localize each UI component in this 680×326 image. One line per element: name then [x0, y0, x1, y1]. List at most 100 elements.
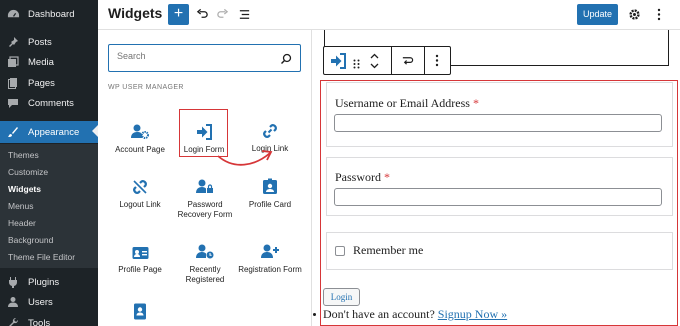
block-category-title: WP USER MANAGER [108, 84, 184, 91]
sidebar-item-users[interactable]: Users [0, 292, 98, 312]
media-icon [6, 55, 20, 69]
tools-icon [6, 316, 20, 326]
widget-canvas: Username or Email Address * Password * R… [313, 30, 680, 326]
comment-icon [6, 96, 20, 110]
sidebar-item-label: Plugins [28, 276, 60, 288]
search-box[interactable] [108, 44, 301, 72]
sidebar-item-label: Pages [28, 77, 55, 89]
editor-header: Widgets + Update [98, 0, 680, 30]
more-options-icon[interactable] [435, 54, 439, 72]
password-input[interactable] [334, 188, 662, 206]
transform-icon[interactable] [401, 54, 414, 72]
block-recently-registered[interactable]: Recently Registered [170, 238, 240, 285]
search-input[interactable] [117, 51, 267, 61]
sidebar-item-label: Comments [28, 97, 74, 109]
sidebar-item-appearance[interactable]: Appearance [0, 121, 98, 143]
sidebar-item-label: Media [28, 56, 54, 68]
user-gear-icon [105, 118, 175, 140]
pin-icon [6, 35, 20, 49]
remember-me-group: Remember me [326, 232, 673, 270]
sidebar-item-label: Dashboard [28, 8, 75, 20]
block-label: Profile Card [248, 200, 292, 209]
more-options-icon[interactable] [651, 6, 667, 22]
update-button[interactable]: Update [577, 4, 618, 25]
login-button[interactable]: Login [323, 288, 360, 306]
sign-in-icon [169, 118, 239, 140]
sidebar-item-posts[interactable]: Posts [0, 32, 98, 52]
sidebar-item-label: Users [28, 296, 53, 308]
toolbar-separator [424, 47, 425, 74]
address-book-icon [105, 298, 175, 320]
search-icon [280, 52, 292, 70]
submenu-item-header[interactable]: Header [8, 215, 36, 231]
toolbar-separator [391, 47, 392, 74]
block-label: Logout Link [119, 200, 161, 209]
unlink-icon [105, 173, 175, 195]
sidebar-item-pages[interactable]: Pages [0, 73, 98, 93]
list-bullet [313, 313, 316, 316]
block-account-page[interactable]: Account Page [105, 118, 175, 155]
block-label: Profile Page [118, 265, 162, 274]
username-input[interactable] [334, 114, 662, 132]
sidebar-item-plugins[interactable]: Plugins [0, 272, 98, 292]
sidebar-item-label: Appearance [28, 126, 80, 138]
id-card-icon [235, 173, 305, 195]
id-badge-icon [105, 238, 175, 260]
add-block-button[interactable]: + [168, 4, 189, 25]
block-label: Account Page [115, 145, 165, 154]
username-label: Username or Email Address * [335, 96, 479, 110]
user-clock-icon [170, 238, 240, 260]
sidebar-item-comments[interactable]: Comments [0, 93, 98, 113]
drag-handle-icon[interactable] [353, 56, 360, 74]
block-logout-link[interactable]: Logout Link [105, 173, 175, 210]
block-label: Registration Form [238, 265, 302, 274]
sign-in-icon[interactable] [330, 53, 347, 74]
undo-icon[interactable] [194, 6, 210, 22]
remember-me-label: Remember me [353, 243, 424, 257]
submenu-item-themes[interactable]: Themes [8, 147, 39, 163]
sidebar-item-media[interactable]: Media [0, 52, 98, 72]
block-toolbar [323, 46, 451, 75]
block-login-form[interactable]: Login Form [169, 118, 239, 155]
block-label: Login Link [251, 144, 289, 153]
block-password-recovery-form[interactable]: Password Recovery Form [170, 173, 240, 220]
block-profile-page[interactable]: Profile Page [105, 238, 175, 275]
user-plus-icon [235, 238, 305, 260]
user-lock-icon [170, 173, 240, 195]
block-label: Recently Registered [185, 265, 225, 284]
block-login-link[interactable]: Login Link [235, 117, 305, 154]
redo-icon[interactable] [214, 6, 230, 22]
password-field-group: Password * [326, 157, 673, 216]
dashboard-icon [6, 7, 20, 21]
pages-icon [6, 76, 20, 90]
remember-me-checkbox[interactable] [335, 246, 345, 256]
sidebar-item-label: Posts [28, 36, 52, 48]
username-field-group: Username or Email Address * [326, 82, 673, 147]
block-label: Login Form [183, 145, 225, 154]
submenu-item-theme-file-editor[interactable]: Theme File Editor [8, 249, 75, 265]
brush-icon [6, 125, 20, 139]
move-up-down-icon[interactable] [370, 52, 379, 75]
gear-icon[interactable] [626, 6, 642, 22]
block-inserter-panel: WP USER MANAGER Account Page Login Form … [98, 30, 312, 326]
block-label: Password Recovery Form [177, 200, 233, 219]
submenu-item-menus[interactable]: Menus [8, 198, 34, 214]
block-registration-form[interactable]: Registration Form [235, 238, 305, 275]
submenu-item-background[interactable]: Background [8, 232, 53, 248]
submenu-item-customize[interactable]: Customize [8, 164, 48, 180]
sidebar-item-label: Tools [28, 317, 51, 326]
users-icon [6, 295, 20, 309]
plugin-icon [6, 275, 20, 289]
list-view-icon[interactable] [236, 6, 252, 22]
block-profile-card[interactable]: Profile Card [235, 173, 305, 210]
sidebar-item-tools[interactable]: Tools [0, 313, 98, 326]
signup-prompt: Don't have an account? Signup Now » [323, 307, 508, 321]
signup-link[interactable]: Signup Now » [438, 307, 507, 321]
password-label: Password * [335, 170, 391, 184]
block-address-book[interactable] [105, 298, 175, 325]
admin-sidebar: Dashboard Posts Media Pages Comments App… [0, 0, 98, 326]
link-icon [235, 117, 305, 139]
page-title: Widgets [108, 5, 163, 21]
submenu-item-widgets[interactable]: Widgets [8, 181, 41, 197]
sidebar-item-dashboard[interactable]: Dashboard [0, 4, 98, 24]
